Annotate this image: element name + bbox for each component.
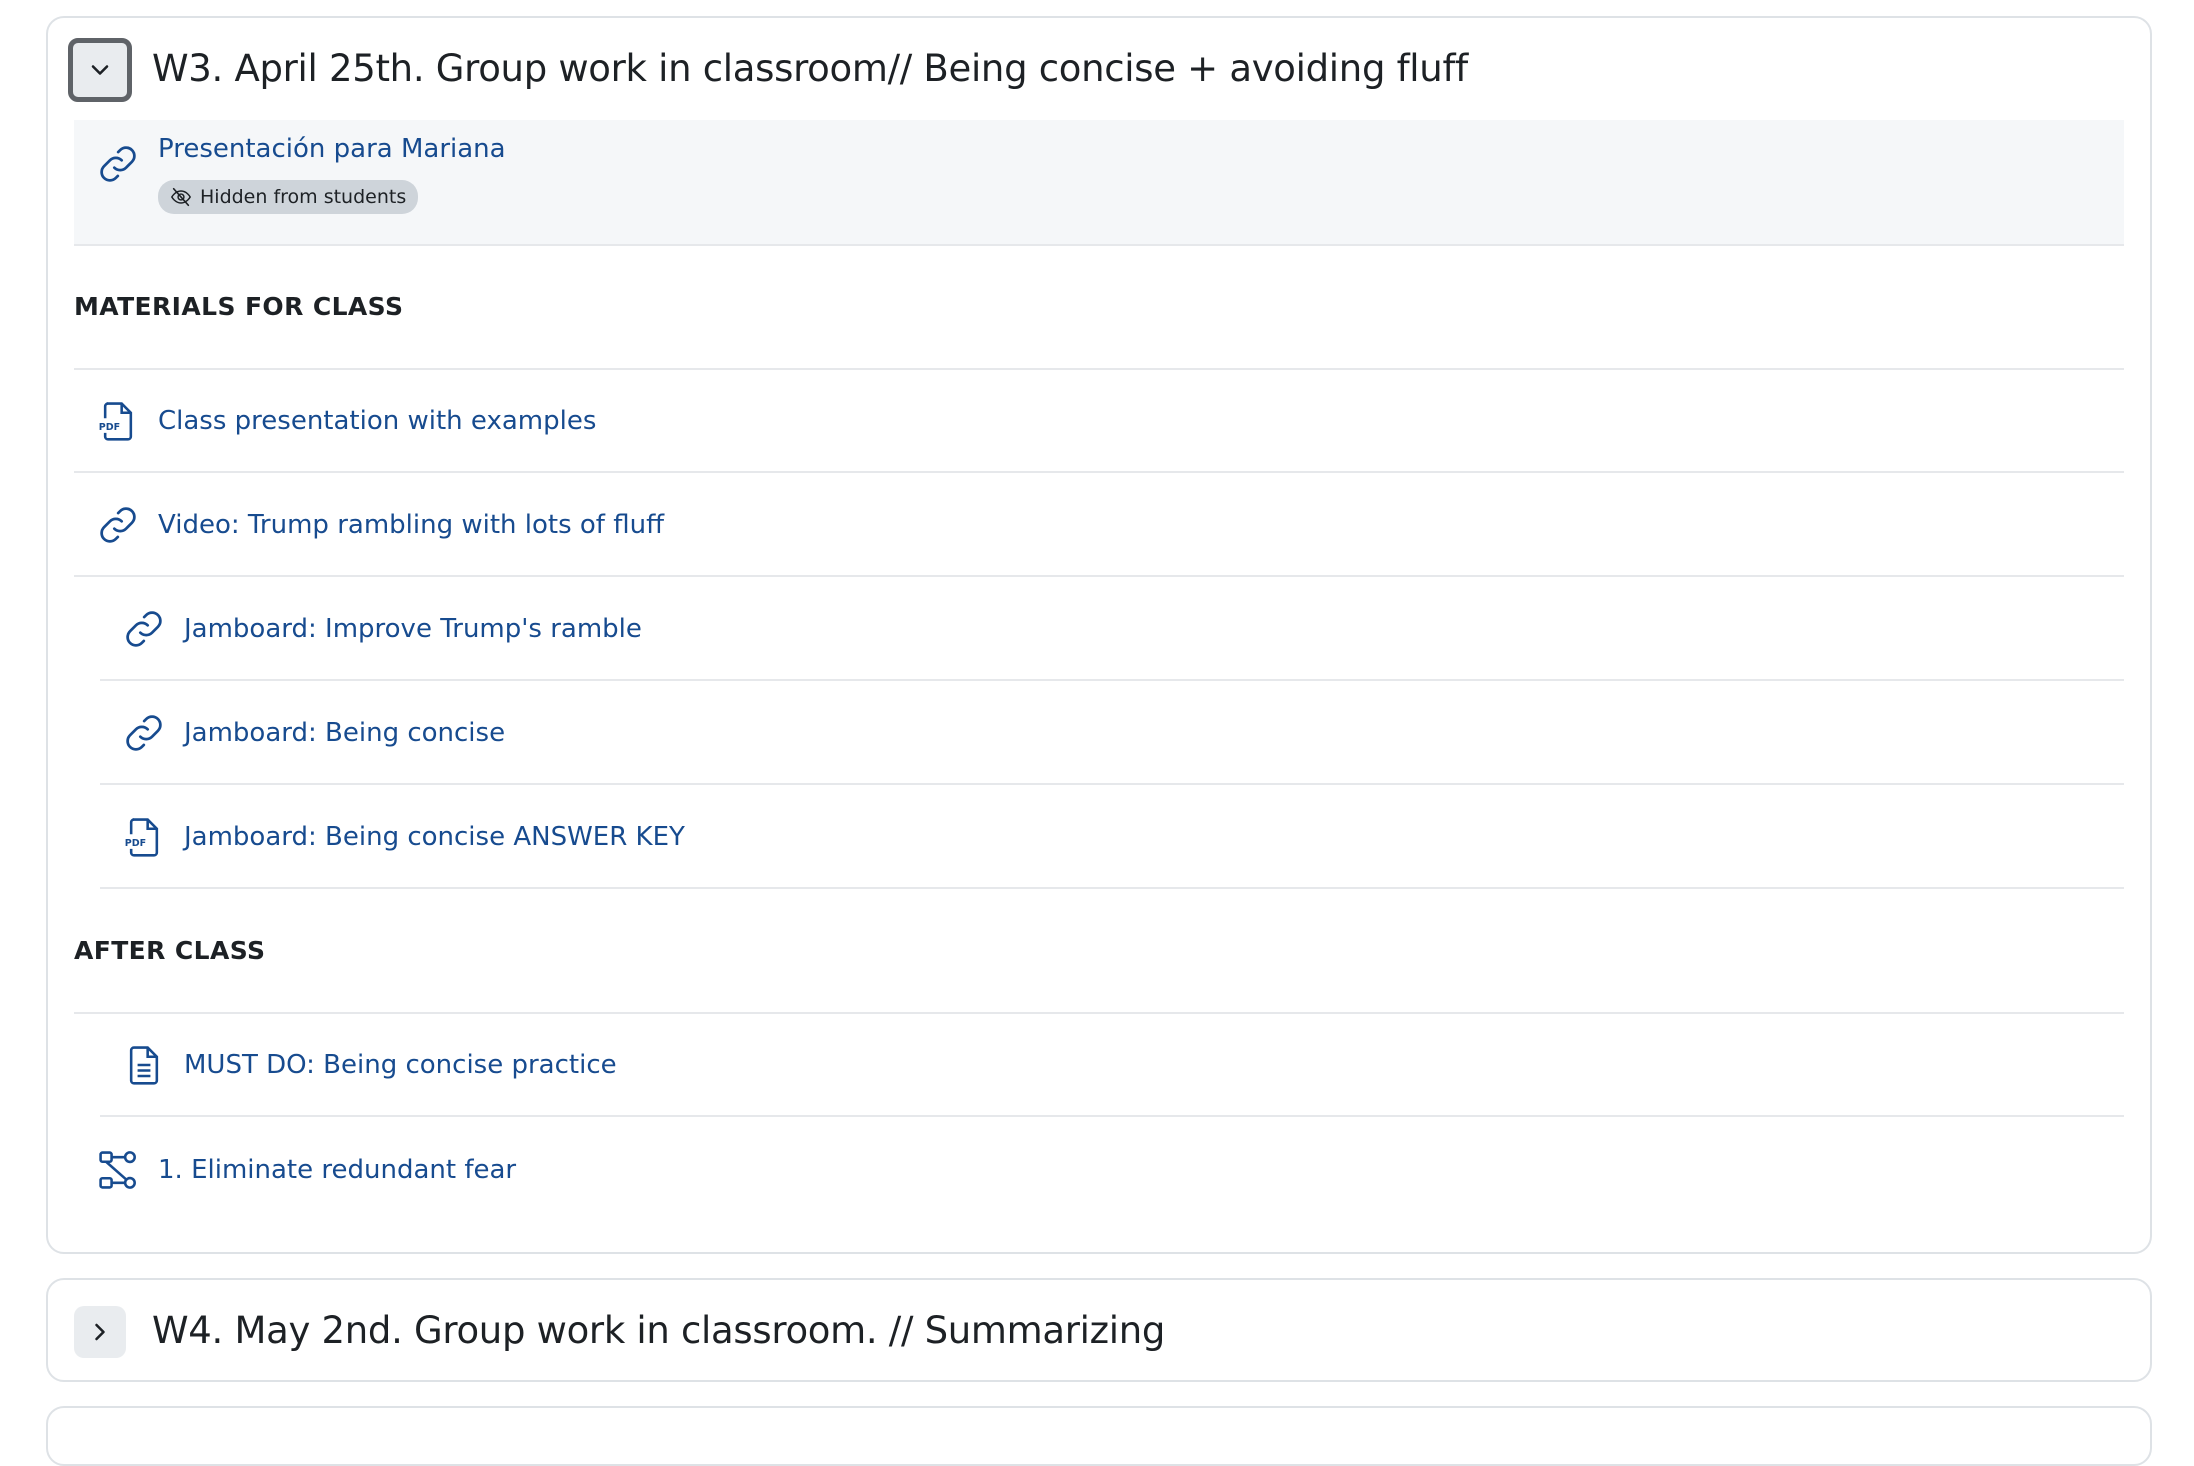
section-w4: W4. May 2nd. Group work in classroom. //… xyxy=(46,1278,2152,1382)
activity-link[interactable]: Presentación para Mariana xyxy=(158,134,506,164)
chevron-right-icon xyxy=(95,1323,105,1341)
activity-jamboard-ramble: Jamboard: Improve Trump's ramble xyxy=(100,578,2124,681)
activity-class-presentation: Class presentation with examples xyxy=(74,370,2124,473)
document-icon xyxy=(122,1043,166,1087)
section-collapse-toggle[interactable] xyxy=(68,38,132,102)
section-expand-toggle[interactable] xyxy=(74,1306,126,1358)
chevron-down-icon xyxy=(91,65,109,75)
activity-link[interactable]: 1. Eliminate redundant fear xyxy=(158,1155,516,1185)
activity-link[interactable]: Jamboard: Being concise ANSWER KEY xyxy=(184,822,685,852)
hidden-badge-text: Hidden from students xyxy=(200,186,407,208)
link-icon xyxy=(122,607,166,651)
hidden-badge: Hidden from students xyxy=(158,180,419,214)
section-title[interactable]: W4. May 2nd. Group work in classroom. //… xyxy=(152,1309,1165,1353)
activity-jamboard-answer-key: Jamboard: Being concise ANSWER KEY xyxy=(100,786,2124,889)
section-title[interactable]: W3. April 25th. Group work in classroom/… xyxy=(152,47,1468,91)
link-icon xyxy=(122,711,166,755)
link-icon xyxy=(96,503,140,547)
activity-jamboard-concise: Jamboard: Being concise xyxy=(100,682,2124,785)
activity-eliminate-redundant: 1. Eliminate redundant fear xyxy=(74,1118,2124,1221)
eye-slash-icon xyxy=(170,187,192,207)
heading-after-class: AFTER CLASS xyxy=(74,936,266,965)
activity-link[interactable]: MUST DO: Being concise practice xyxy=(184,1050,617,1080)
activity-must-do: MUST DO: Being concise practice xyxy=(100,1014,2124,1117)
link-icon xyxy=(96,142,140,186)
section-next-partial xyxy=(46,1406,2152,1466)
activity-link[interactable]: Jamboard: Being concise xyxy=(184,718,505,748)
activity-hidden-presentation: Presentación para Mariana Hidden from st… xyxy=(74,120,2124,246)
workflow-icon xyxy=(96,1148,140,1192)
section-w3: W3. April 25th. Group work in classroom/… xyxy=(46,16,2152,1254)
pdf-icon xyxy=(96,399,140,443)
activity-link[interactable]: Jamboard: Improve Trump's ramble xyxy=(184,614,642,644)
heading-materials: MATERIALS FOR CLASS xyxy=(74,292,404,321)
activity-link[interactable]: Class presentation with examples xyxy=(158,406,596,436)
activity-link[interactable]: Video: Trump rambling with lots of fluff xyxy=(158,510,664,540)
pdf-icon xyxy=(122,815,166,859)
activity-video: Video: Trump rambling with lots of fluff xyxy=(74,474,2124,577)
